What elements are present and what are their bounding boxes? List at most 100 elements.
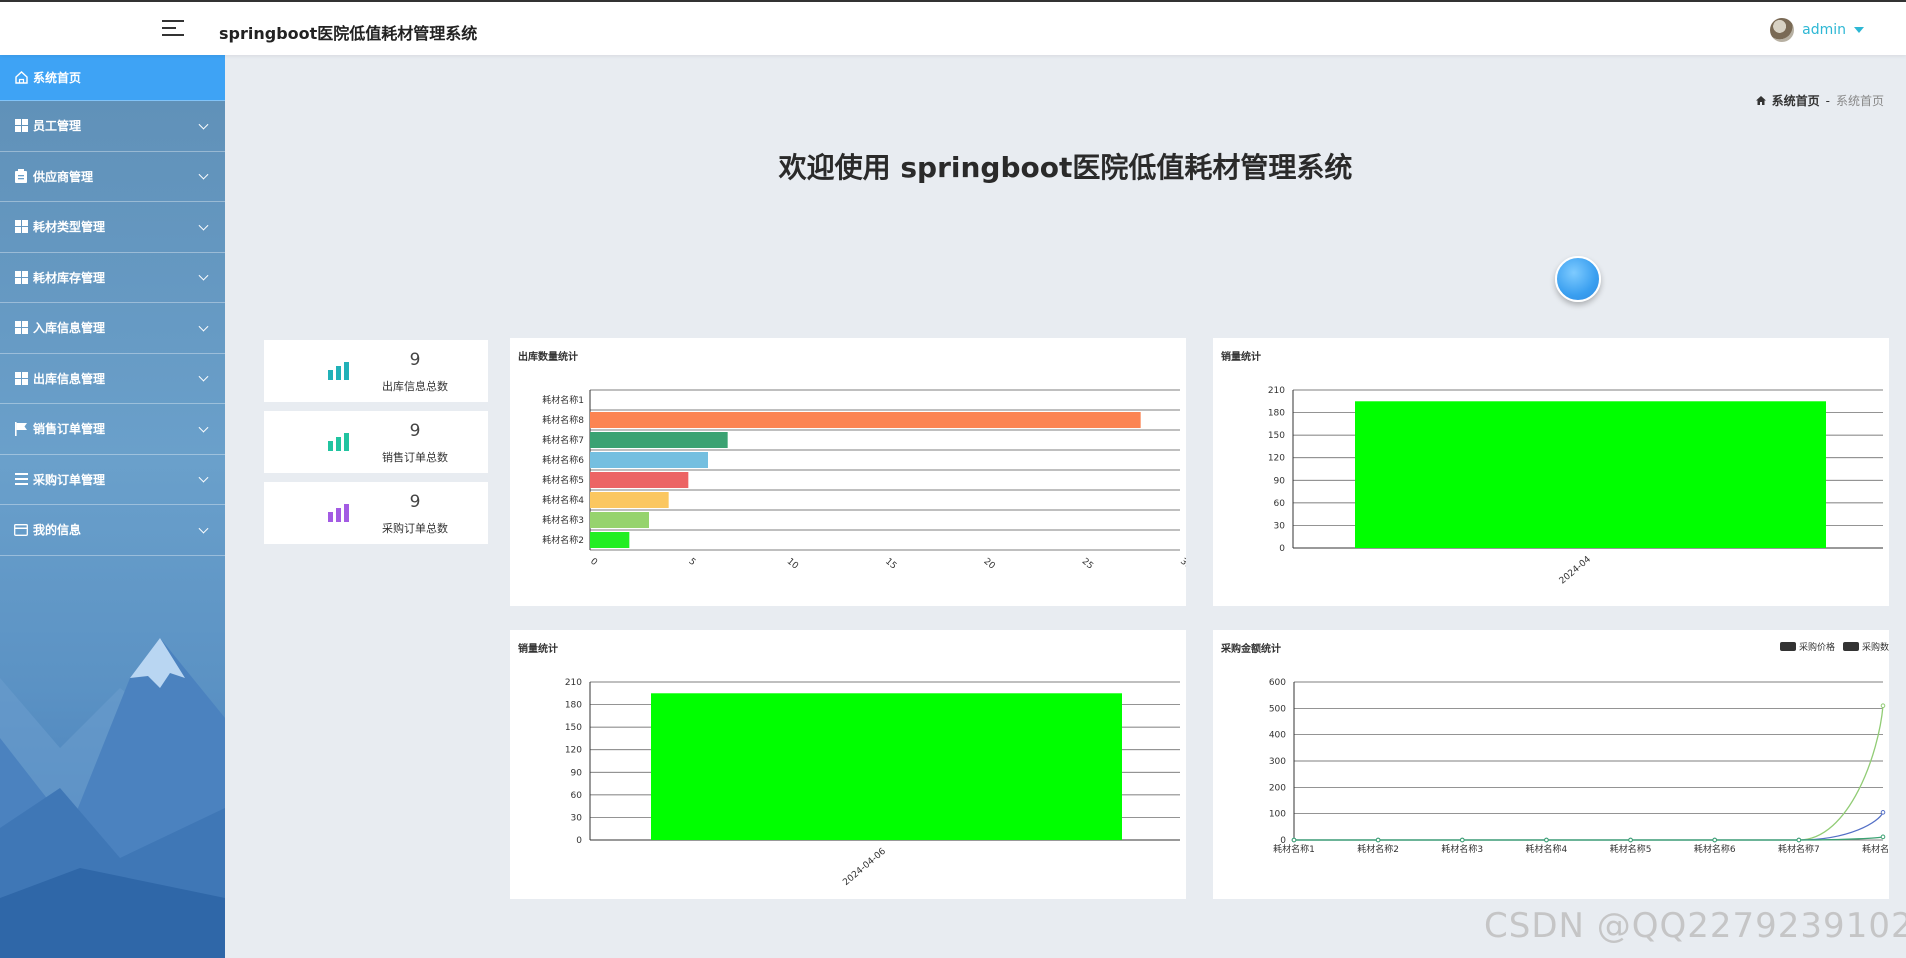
y-tick-label: 300	[1269, 757, 1286, 767]
chevron-down-icon	[198, 119, 209, 130]
sales-chart-daily: 销量统计 0 30 60 90 120 150 180 210 2024-04-06	[510, 630, 1186, 899]
category-tick-label: 耗材名称2	[542, 534, 584, 546]
data-point	[1796, 837, 1802, 843]
y-tick-label: 210	[1268, 386, 1285, 396]
category-tick-label: 耗材名称1	[542, 394, 584, 406]
breadcrumb: 系统首页 - 系统首页	[1755, 92, 1884, 109]
username[interactable]: admin	[1802, 22, 1846, 38]
purchase-amount-chart: 采购金额统计 采购价格 采购数 0 100 200 300 400 500 600 耗材名称1…	[1213, 630, 1889, 899]
sidebar-item-sales-orders[interactable]: 销售订单管理	[0, 404, 225, 455]
caret-down-icon[interactable]	[1854, 27, 1864, 33]
home-icon	[14, 71, 28, 85]
x-tick-label: 耗材名称3	[1441, 843, 1483, 855]
y-tick-label: 210	[565, 678, 582, 688]
x-tick-label: 耗材名称1	[1273, 843, 1315, 855]
chevron-down-icon	[198, 472, 209, 483]
chevron-down-icon	[198, 321, 209, 332]
sidebar-item-label: 员工管理	[33, 119, 82, 134]
stat-label: 销售订单总数	[382, 451, 448, 464]
sidebar-item-purchase-orders[interactable]: 采购订单管理	[0, 455, 225, 505]
chart-svg: 0 30 60 90 120 150 180 210 2024-04-06	[565, 678, 1180, 888]
x-tick-label: 耗材名称8	[1862, 843, 1889, 855]
watermark: CSDN @QQ2279239102	[1484, 906, 1906, 946]
category-tick-label: 耗材名称7	[542, 434, 584, 446]
y-tick-label: 60	[1274, 499, 1286, 509]
x-tick-label: 2024-04	[1558, 554, 1593, 586]
sidebar-item-employees[interactable]: 员工管理	[0, 101, 225, 152]
x-tick-label: 0	[588, 557, 599, 569]
stat-label: 出库信息总数	[382, 380, 448, 393]
home-icon	[1755, 94, 1766, 108]
x-tick-label: 5	[686, 557, 697, 568]
sidebar-item-label: 出库信息管理	[33, 371, 106, 386]
y-tick-label: 600	[1269, 678, 1286, 688]
y-tick-label: 150	[565, 723, 582, 733]
chart-svg: 0 30 60 90 120 150 180 210 2024-04	[1268, 386, 1883, 586]
sidebar-item-label: 耗材类型管理	[33, 220, 106, 235]
stat-card-outbound: 9 出库信息总数	[264, 340, 488, 402]
bar	[590, 432, 728, 448]
chart-svg: 0100200300400500600耗材名称1 耗材名称2 耗材名称3 耗材名称4 耗…	[1269, 678, 1889, 855]
menu-toggle-icon[interactable]	[162, 20, 184, 38]
category-tick-label: 耗材名称3	[542, 514, 584, 526]
y-tick-label: 200	[1269, 783, 1286, 793]
sidebar-item-material-types[interactable]: 耗材类型管理	[0, 202, 225, 253]
category-tick-label: 耗材名称8	[542, 414, 584, 426]
breadcrumb-home-link[interactable]: 系统首页	[1772, 92, 1820, 109]
bar	[1355, 401, 1826, 548]
data-point	[1628, 837, 1633, 843]
data-point	[1544, 837, 1549, 843]
clipboard-icon	[14, 169, 28, 184]
floating-ball-icon[interactable]	[1555, 256, 1601, 302]
series-line	[1294, 836, 1884, 841]
sidebar-menu: 系统首页 员工管理 供应商管理 耗材类型管理 耗材库存管理 入库信息管理 出库信…	[0, 55, 225, 556]
breadcrumb-current: 系统首页	[1835, 94, 1884, 108]
chevron-down-icon	[198, 169, 209, 180]
chevron-down-icon	[198, 371, 209, 382]
x-tick-label: 耗材名称2	[1357, 843, 1399, 855]
x-tick-label: 耗材名称4	[1526, 843, 1568, 855]
sidebar-item-suppliers[interactable]: 供应商管理	[0, 152, 225, 202]
user-menu[interactable]: admin	[1770, 18, 1864, 42]
sidebar-item-label: 供应商管理	[33, 169, 94, 184]
data-point	[1712, 837, 1718, 843]
app-title: springboot医院低值耗材管理系统	[219, 24, 478, 43]
data-point	[1880, 703, 1886, 708]
bar-chart-icon	[328, 433, 350, 451]
x-tick-label: 耗材名称6	[1694, 843, 1736, 855]
grid-icon	[14, 220, 28, 234]
chevron-down-icon	[198, 270, 209, 281]
y-tick-label: 90	[1274, 476, 1286, 486]
grid-icon	[14, 270, 28, 284]
x-tick-label: 20	[981, 557, 996, 572]
y-tick-label: 500	[1269, 704, 1286, 714]
bar	[590, 452, 708, 468]
stat-card-sales: 9 销售订单总数	[264, 411, 488, 473]
data-point	[1880, 834, 1886, 840]
sidebar-item-label: 采购订单管理	[33, 472, 106, 487]
y-tick-label: 0	[1279, 544, 1285, 554]
sidebar-item-outbound[interactable]: 出库信息管理	[0, 354, 225, 404]
x-tick-label: 15	[883, 557, 898, 572]
sidebar-item-inventory[interactable]: 耗材库存管理	[0, 253, 225, 303]
sidebar-item-my-info[interactable]: 我的信息	[0, 505, 225, 556]
bar	[590, 412, 1141, 428]
grid-icon	[14, 371, 28, 385]
sidebar: 系统首页 员工管理 供应商管理 耗材类型管理 耗材库存管理 入库信息管理 出库信…	[0, 55, 225, 958]
category-tick-label: 耗材名称6	[542, 454, 584, 466]
bar	[590, 532, 630, 548]
y-tick-label: 30	[1274, 521, 1286, 531]
x-tick-label: 10	[785, 557, 800, 572]
list-icon	[14, 472, 28, 486]
sidebar-item-inbound[interactable]: 入库信息管理	[0, 303, 225, 354]
top-bar: springboot医院低值耗材管理系统 admin	[0, 0, 1906, 55]
sidebar-item-label: 入库信息管理	[33, 321, 106, 336]
bar-chart-icon	[328, 362, 350, 380]
card-icon	[14, 523, 28, 537]
sidebar-item-home[interactable]: 系统首页	[0, 55, 225, 101]
sidebar-item-label: 系统首页	[33, 71, 82, 85]
data-point	[1375, 837, 1381, 843]
welcome-title: 欢迎使用 springboot医院低值耗材管理系统	[778, 151, 1353, 184]
avatar[interactable]	[1770, 18, 1795, 42]
data-point	[1459, 837, 1465, 843]
